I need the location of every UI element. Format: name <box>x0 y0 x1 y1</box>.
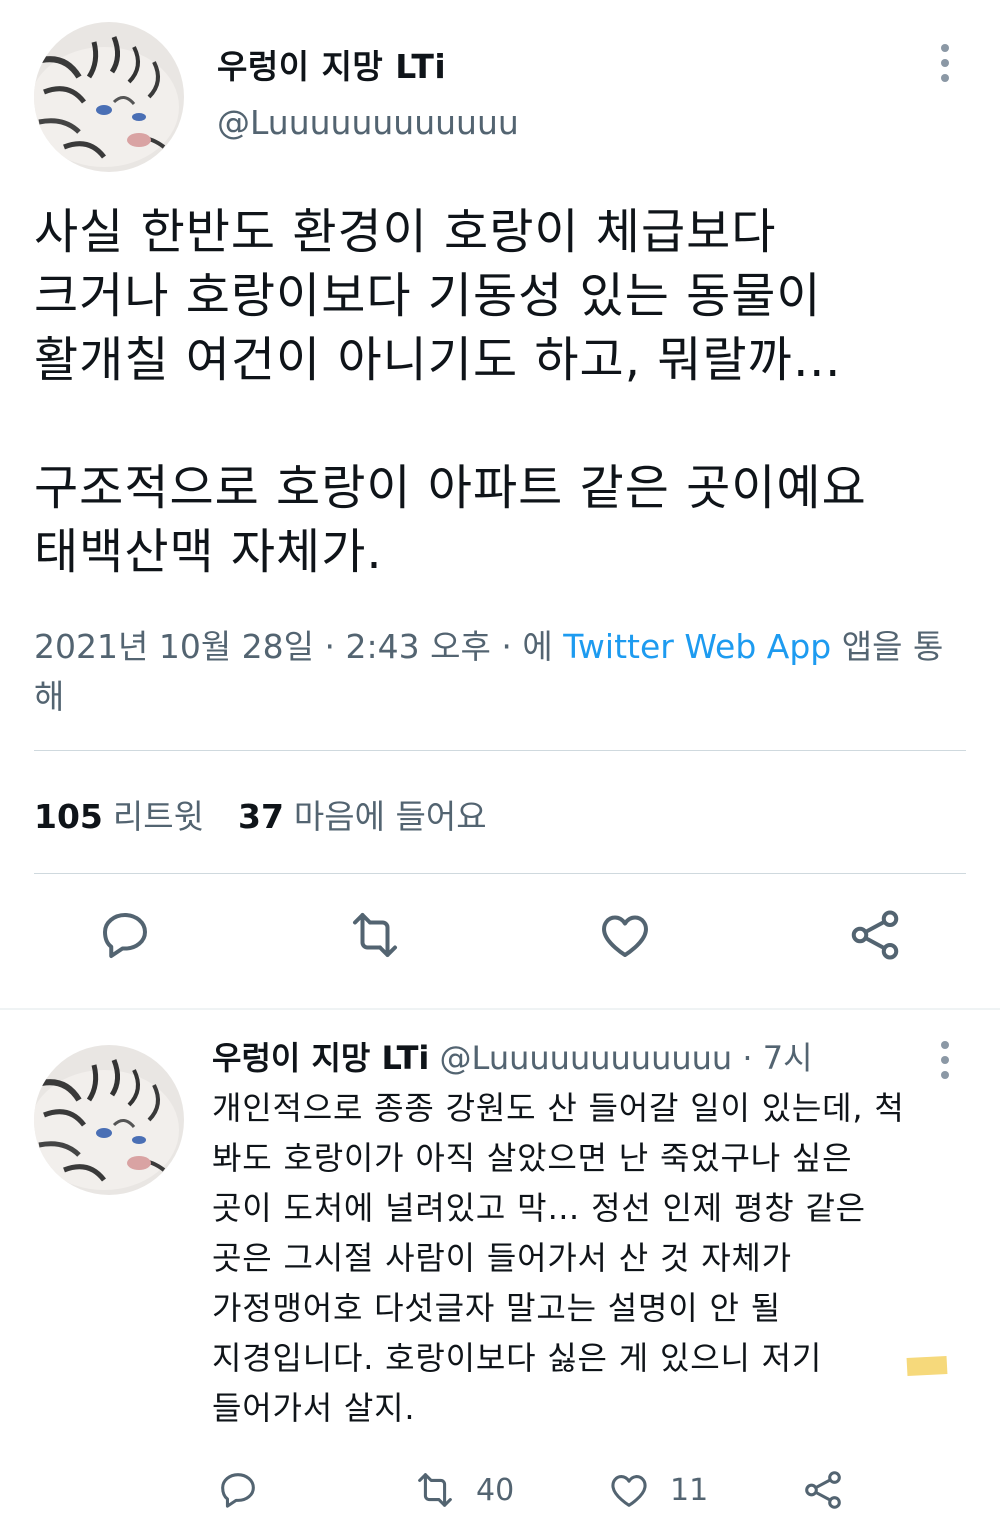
reply-text: 개인적으로 종종 강원도 산 들어갈 일이 있는데, 척 봐도 호랑이가 아직 … <box>212 1089 905 1427</box>
reply-handle[interactable]: @Luuuuuuuuuuuu <box>440 1039 733 1077</box>
avatar[interactable] <box>34 22 184 172</box>
retweets-count: 105 <box>34 797 103 836</box>
reply-icon <box>221 1473 255 1508</box>
like-button[interactable] <box>595 905 655 965</box>
reply-retweet-count: 40 <box>476 1472 515 1508</box>
retweet-icon <box>353 913 397 957</box>
share-icon <box>851 910 899 960</box>
reply-icon <box>103 913 147 958</box>
main-tweet: 우렁이 지망 LTi @Luuuuuuuuuuuu 사실 한반도 환경이 호랑이… <box>0 0 1000 1008</box>
divider <box>34 873 966 874</box>
tweet-stats: 105 리트윗 37 마음에 들어요 <box>34 790 487 838</box>
retweets-label: 리트윗 <box>112 797 204 836</box>
meta-separator: · <box>501 627 512 666</box>
user-handle[interactable]: @Luuuuuuuuuuuu <box>217 103 519 142</box>
reply-actions: 40 11 <box>0 1460 1000 1520</box>
likes-count: 37 <box>237 797 284 836</box>
reply-reply-button[interactable] <box>215 1460 261 1520</box>
reply-header: 우렁이 지망 LTi @Luuuuuuuuuuuu · 7시 <box>212 1035 813 1081</box>
retweet-icon <box>418 1473 452 1507</box>
like-icon <box>602 915 648 957</box>
tweet-time[interactable]: 2:43 오후 <box>346 627 491 666</box>
white-tiger-avatar-icon <box>34 22 184 172</box>
retweets-stat[interactable]: 105 리트윗 <box>34 790 204 838</box>
reply-avatar[interactable] <box>34 1045 184 1195</box>
retweet-button[interactable] <box>345 905 405 965</box>
reply-time[interactable]: 7시 <box>763 1039 813 1077</box>
more-vertical-icon[interactable] <box>930 38 960 88</box>
meta-separator: · <box>324 627 336 666</box>
tweet-text: 사실 한반도 환경이 호랑이 체급보다 크거나 호랑이보다 기동성 있는 동물이… <box>34 204 867 580</box>
section-divider <box>0 1008 1000 1010</box>
tweet-actions <box>0 905 1000 985</box>
via-prefix: 에 <box>522 627 553 666</box>
share-button[interactable] <box>845 905 905 965</box>
reply-share-button[interactable] <box>800 1460 846 1520</box>
like-icon <box>611 1475 647 1507</box>
reply-like-button[interactable]: 11 <box>606 1460 708 1520</box>
source-link[interactable]: Twitter Web App <box>563 627 831 666</box>
tweet-meta: 2021년 10월 28일 · 2:43 오후 · 에 Twitter Web … <box>34 622 954 722</box>
reply-retweet-button[interactable]: 40 <box>412 1460 514 1520</box>
likes-label: 마음에 들어요 <box>293 797 487 836</box>
likes-stat[interactable]: 37 마음에 들어요 <box>238 790 487 838</box>
more-vertical-icon[interactable] <box>930 1035 960 1085</box>
display-name[interactable]: 우렁이 지망 LTi <box>217 40 446 88</box>
divider <box>34 750 966 751</box>
reply-display-name[interactable]: 우렁이 지망 LTi <box>212 1039 429 1077</box>
reply-button[interactable] <box>95 905 155 965</box>
reply-like-count: 11 <box>670 1472 709 1508</box>
white-tiger-avatar-icon <box>34 1045 184 1195</box>
reply-separator: · <box>742 1039 753 1077</box>
sticky-note-mark <box>906 1355 948 1377</box>
share-icon <box>805 1471 841 1509</box>
tweet-date[interactable]: 2021년 10월 28일 <box>34 627 314 666</box>
